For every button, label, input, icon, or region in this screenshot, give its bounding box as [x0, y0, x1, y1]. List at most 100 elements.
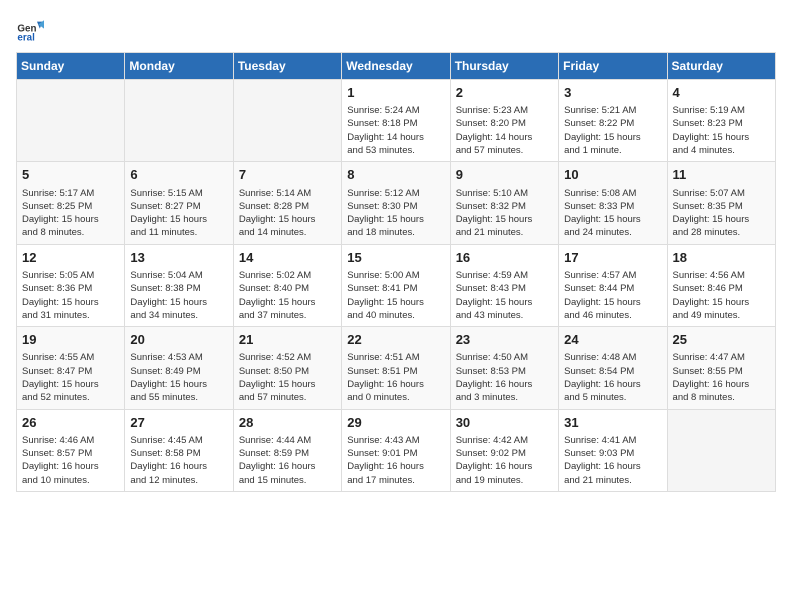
day-number: 15 [347, 249, 444, 267]
logo: Gen eral [16, 16, 48, 44]
day-number: 11 [673, 166, 770, 184]
cell-info-line: and 57 minutes. [239, 391, 336, 404]
day-number: 5 [22, 166, 119, 184]
cell-info-line: Sunset: 8:30 PM [347, 200, 444, 213]
cell-info-line: Sunset: 8:23 PM [673, 117, 770, 130]
cell-info-line: and 5 minutes. [564, 391, 661, 404]
cell-info-line: and 18 minutes. [347, 226, 444, 239]
day-number: 9 [456, 166, 553, 184]
cell-info-line: Sunrise: 4:42 AM [456, 434, 553, 447]
calendar-cell: 6Sunrise: 5:15 AMSunset: 8:27 PMDaylight… [125, 162, 233, 244]
calendar-cell: 8Sunrise: 5:12 AMSunset: 8:30 PMDaylight… [342, 162, 450, 244]
calendar-cell: 24Sunrise: 4:48 AMSunset: 8:54 PMDayligh… [559, 327, 667, 409]
cell-info-line: Sunset: 8:27 PM [130, 200, 227, 213]
calendar-cell: 2Sunrise: 5:23 AMSunset: 8:20 PMDaylight… [450, 80, 558, 162]
cell-info-line: Sunset: 8:28 PM [239, 200, 336, 213]
calendar-cell: 14Sunrise: 5:02 AMSunset: 8:40 PMDayligh… [233, 244, 341, 326]
cell-info-line: and 40 minutes. [347, 309, 444, 322]
calendar-cell: 5Sunrise: 5:17 AMSunset: 8:25 PMDaylight… [17, 162, 125, 244]
cell-info-line: Sunrise: 5:21 AM [564, 104, 661, 117]
day-number: 3 [564, 84, 661, 102]
calendar-cell: 22Sunrise: 4:51 AMSunset: 8:51 PMDayligh… [342, 327, 450, 409]
cell-info-line: and 24 minutes. [564, 226, 661, 239]
cell-info-line: Sunset: 8:36 PM [22, 282, 119, 295]
cell-info-line: Sunrise: 4:41 AM [564, 434, 661, 447]
cell-info-line: Sunrise: 5:14 AM [239, 187, 336, 200]
cell-info-line: Daylight: 15 hours [564, 296, 661, 309]
calendar-cell: 13Sunrise: 5:04 AMSunset: 8:38 PMDayligh… [125, 244, 233, 326]
cell-info-line: and 8 minutes. [22, 226, 119, 239]
cell-info-line: Sunset: 8:46 PM [673, 282, 770, 295]
day-number: 4 [673, 84, 770, 102]
calendar-cell: 18Sunrise: 4:56 AMSunset: 8:46 PMDayligh… [667, 244, 775, 326]
calendar-cell: 10Sunrise: 5:08 AMSunset: 8:33 PMDayligh… [559, 162, 667, 244]
cell-info-line: and 53 minutes. [347, 144, 444, 157]
cell-info-line: Sunrise: 4:45 AM [130, 434, 227, 447]
cell-info-line: Daylight: 15 hours [456, 213, 553, 226]
cell-info-line: Daylight: 16 hours [456, 378, 553, 391]
day-number: 12 [22, 249, 119, 267]
day-number: 24 [564, 331, 661, 349]
cell-info-line: Sunrise: 4:46 AM [22, 434, 119, 447]
calendar-week-row: 5Sunrise: 5:17 AMSunset: 8:25 PMDaylight… [17, 162, 776, 244]
cell-info-line: Daylight: 16 hours [456, 460, 553, 473]
cell-info-line: Sunrise: 4:43 AM [347, 434, 444, 447]
cell-info-line: Daylight: 15 hours [130, 296, 227, 309]
calendar-cell: 9Sunrise: 5:10 AMSunset: 8:32 PMDaylight… [450, 162, 558, 244]
cell-info-line: Sunrise: 5:08 AM [564, 187, 661, 200]
cell-info-line: Sunset: 8:41 PM [347, 282, 444, 295]
cell-info-line: Sunset: 8:25 PM [22, 200, 119, 213]
cell-info-line: Daylight: 15 hours [130, 378, 227, 391]
cell-info-line: and 49 minutes. [673, 309, 770, 322]
cell-info-line: Daylight: 14 hours [456, 131, 553, 144]
day-number: 10 [564, 166, 661, 184]
cell-info-line: Sunrise: 5:05 AM [22, 269, 119, 282]
cell-info-line: Sunrise: 5:19 AM [673, 104, 770, 117]
cell-info-line: Sunrise: 5:07 AM [673, 187, 770, 200]
cell-info-line: Daylight: 15 hours [564, 131, 661, 144]
calendar-cell: 30Sunrise: 4:42 AMSunset: 9:02 PMDayligh… [450, 409, 558, 491]
cell-info-line: Sunset: 9:02 PM [456, 447, 553, 460]
cell-info-line: Sunrise: 4:44 AM [239, 434, 336, 447]
cell-info-line: Sunset: 8:50 PM [239, 365, 336, 378]
cell-info-line: Sunrise: 4:50 AM [456, 351, 553, 364]
calendar-cell: 26Sunrise: 4:46 AMSunset: 8:57 PMDayligh… [17, 409, 125, 491]
day-number: 27 [130, 414, 227, 432]
cell-info-line: Sunrise: 5:04 AM [130, 269, 227, 282]
cell-info-line: Daylight: 15 hours [564, 213, 661, 226]
cell-info-line: and 19 minutes. [456, 474, 553, 487]
cell-info-line: Sunset: 8:55 PM [673, 365, 770, 378]
cell-info-line: Daylight: 15 hours [673, 213, 770, 226]
cell-info-line: Daylight: 16 hours [130, 460, 227, 473]
day-number: 28 [239, 414, 336, 432]
day-number: 18 [673, 249, 770, 267]
calendar-cell: 17Sunrise: 4:57 AMSunset: 8:44 PMDayligh… [559, 244, 667, 326]
cell-info-line: Sunrise: 5:02 AM [239, 269, 336, 282]
calendar-cell [17, 80, 125, 162]
day-number: 16 [456, 249, 553, 267]
col-header-wednesday: Wednesday [342, 53, 450, 80]
cell-info-line: Sunset: 8:18 PM [347, 117, 444, 130]
cell-info-line: Daylight: 15 hours [130, 213, 227, 226]
cell-info-line: Sunrise: 4:59 AM [456, 269, 553, 282]
cell-info-line: Sunset: 8:35 PM [673, 200, 770, 213]
cell-info-line: and 4 minutes. [673, 144, 770, 157]
cell-info-line: and 21 minutes. [456, 226, 553, 239]
cell-info-line: Daylight: 15 hours [22, 296, 119, 309]
cell-info-line: Sunset: 8:44 PM [564, 282, 661, 295]
cell-info-line: Sunrise: 4:57 AM [564, 269, 661, 282]
cell-info-line: Daylight: 14 hours [347, 131, 444, 144]
calendar-cell: 16Sunrise: 4:59 AMSunset: 8:43 PMDayligh… [450, 244, 558, 326]
cell-info-line: Daylight: 16 hours [564, 378, 661, 391]
day-number: 1 [347, 84, 444, 102]
cell-info-line: Sunrise: 5:10 AM [456, 187, 553, 200]
calendar-cell: 27 Sunrise: 4:45 AMSunset: 8:58 PMDayligh… [125, 409, 233, 491]
cell-info-line: Daylight: 16 hours [347, 378, 444, 391]
cell-info-line: Sunset: 8:58 PM [130, 447, 227, 460]
cell-info-line: and 12 minutes. [130, 474, 227, 487]
day-number: 13 [130, 249, 227, 267]
day-number: 7 [239, 166, 336, 184]
day-number: 29 [347, 414, 444, 432]
cell-info-line: Daylight: 15 hours [239, 296, 336, 309]
cell-info-line: Daylight: 15 hours [347, 213, 444, 226]
